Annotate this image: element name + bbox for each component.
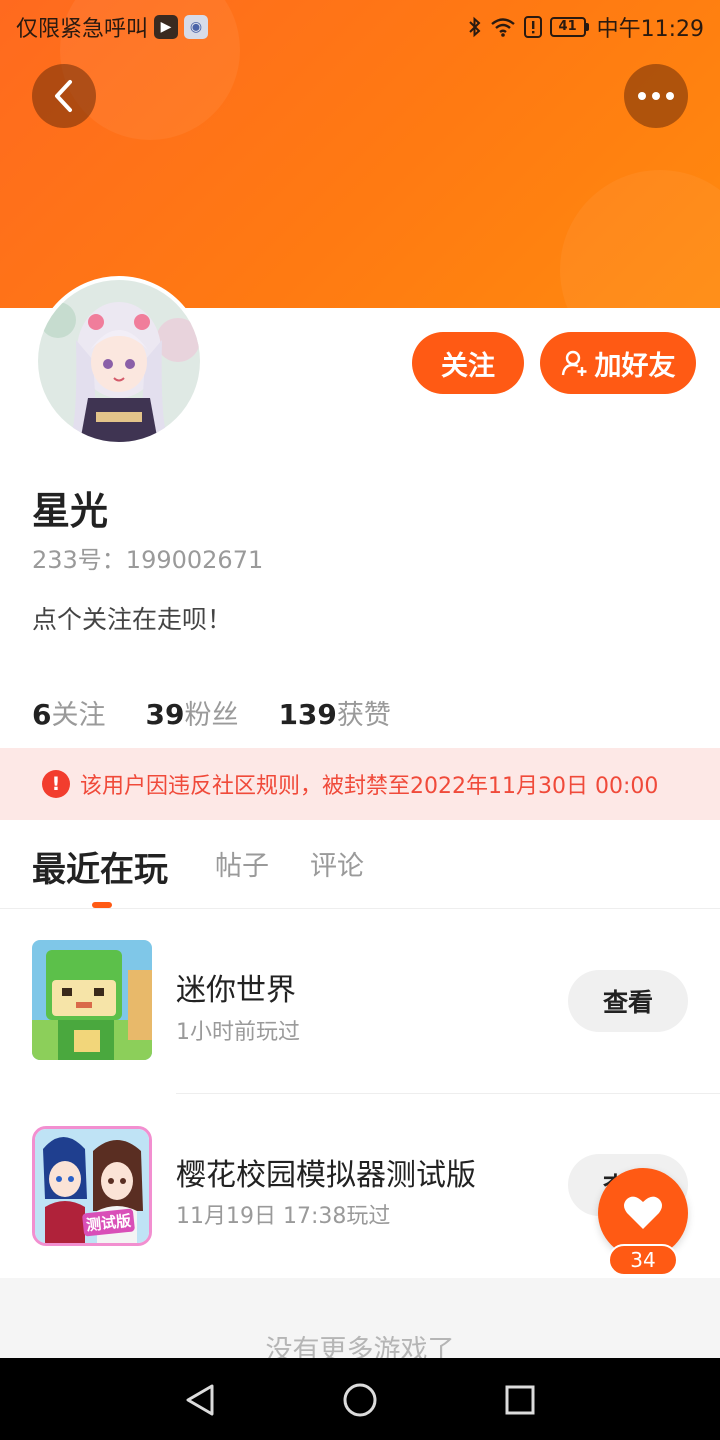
stat-label: 粉丝 [184, 700, 239, 731]
follow-label: 关注 [441, 350, 495, 382]
circle-home-icon [343, 1383, 377, 1417]
battery-icon: 41 [549, 17, 589, 37]
avatar-image [38, 280, 200, 442]
heart-icon [624, 1196, 662, 1229]
ban-notice: ! 该用户因违反社区规则，被封禁至2022年11月30日 00:00 [0, 748, 720, 820]
no-more-games-text: 没有更多游戏了 [265, 1335, 455, 1358]
battery-level: 41 [549, 17, 586, 37]
chevron-left-icon [55, 80, 72, 112]
back-button[interactable] [32, 64, 96, 128]
tab-posts[interactable]: 帖子 [215, 844, 269, 883]
browser-app-icon: ◉ [184, 15, 209, 39]
stat-following[interactable]: 6 关注 [32, 693, 105, 732]
stat-value: 39 [145, 698, 185, 731]
system-nav-bar [0, 1358, 720, 1440]
add-user-icon [561, 350, 586, 376]
follow-button[interactable]: 关注 [412, 332, 524, 394]
square-recents-icon [505, 1385, 535, 1415]
tab-indicator [92, 902, 112, 908]
more-button[interactable] [624, 64, 688, 128]
tab-comments[interactable]: 评论 [310, 844, 364, 883]
like-count-badge: 34 [608, 1244, 678, 1276]
list-footer: 没有更多游戏了 [0, 1278, 720, 1358]
wifi-icon [490, 18, 515, 37]
ban-notice-text: 该用户因违反社区规则，被封禁至2022年11月30日 00:00 [80, 774, 659, 799]
stat-likes: 139 获赞 [278, 693, 390, 732]
triangle-back-icon [186, 1384, 214, 1416]
avatar[interactable] [34, 276, 204, 446]
clock: 中午11:29 [596, 17, 704, 42]
game-icon-mini-world [32, 940, 152, 1060]
game-list-item[interactable]: 迷你世界 1小时前玩过 查看 [0, 910, 720, 1095]
stat-label: 关注 [51, 700, 106, 731]
game-played-time: 11月19日 17:38玩过 [176, 1204, 391, 1229]
profile-stats: 6 关注 39 粉丝 139 获赞 [32, 693, 391, 732]
game-name: 樱花校园模拟器测试版 [176, 1158, 476, 1193]
header-decoration [560, 170, 720, 308]
profile-id: 233号：199002671 [32, 546, 264, 574]
bluetooth-icon [468, 16, 481, 38]
game-played-time: 1小时前玩过 [176, 1020, 300, 1045]
carrier-text: 仅限紧急呼叫 [16, 17, 149, 42]
stat-followers[interactable]: 39 粉丝 [145, 693, 238, 732]
game-name: 迷你世界 [176, 973, 296, 1008]
warning-icon: ! [42, 770, 70, 798]
add-friend-button[interactable]: 加好友 [540, 332, 696, 394]
status-bar: 仅限紧急呼叫 ▶ ◉ 41 中午11:29 [0, 0, 720, 50]
profile-name: 星光 [32, 489, 109, 533]
add-friend-label: 加好友 [594, 350, 676, 382]
nav-recents-button[interactable] [498, 1378, 542, 1422]
alert-icon [523, 16, 542, 38]
stat-value: 6 [32, 698, 52, 731]
profile-bio: 点个关注在走呗！ [32, 605, 233, 634]
more-dots-icon [638, 92, 674, 100]
media-app-icon: ▶ [154, 15, 179, 39]
view-button[interactable]: 查看 [568, 970, 688, 1032]
stat-label: 获赞 [336, 700, 391, 731]
game-icon-sakura-school: 测试版 [32, 1126, 152, 1246]
tab-recently-played[interactable]: 最近在玩 [32, 842, 168, 891]
nav-home-button[interactable] [338, 1378, 382, 1422]
nav-back-button[interactable] [178, 1378, 222, 1422]
content-tabs: 最近在玩 帖子 评论 [0, 820, 720, 909]
stat-value: 139 [278, 698, 337, 731]
